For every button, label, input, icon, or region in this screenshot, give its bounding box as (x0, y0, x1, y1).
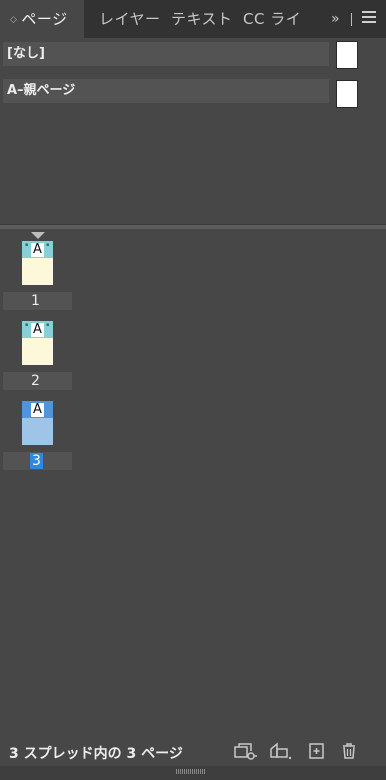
tab-cc-libraries[interactable]: CC ライ (243, 0, 316, 38)
tab-pages[interactable]: ◇ ページ (0, 0, 84, 38)
master-none-label: [なし] (7, 46, 45, 61)
mini-text: ▪ (25, 242, 29, 248)
master-letter-badge: A (31, 323, 44, 337)
create-new-page-options-icon[interactable] (268, 741, 294, 761)
spread-start-marker-icon (31, 232, 45, 239)
section-divider[interactable] (0, 224, 386, 229)
edit-page-size-icon[interactable] (233, 741, 259, 761)
master-letter-badge: A (31, 243, 44, 257)
master-row-a-parent[interactable]: A–親ページ (3, 79, 329, 103)
page-number-bar-1[interactable]: 1 (3, 292, 72, 310)
mini-text: ▪ (25, 322, 29, 328)
tab-text[interactable]: テキスト (171, 0, 233, 38)
mini-text: ▪ (46, 242, 50, 248)
page-count-status: 3 スプレッド内の 3 ページ (9, 746, 183, 762)
panel-menu-icon[interactable] (362, 11, 376, 27)
page-thumbnail-2[interactable]: ▪ ▪ A (22, 321, 53, 365)
tab-cc-libraries-label: CC ライ (243, 10, 302, 28)
delete-page-icon[interactable] (337, 741, 363, 761)
resize-grip-icon[interactable] (176, 769, 206, 774)
master-none-thumbnail[interactable] (336, 41, 358, 69)
tab-overflow-chevron-icon[interactable]: » (331, 0, 340, 38)
master-a-parent-thumbnail[interactable] (336, 80, 358, 108)
master-letter-badge: A (31, 403, 44, 417)
tab-text-label: テキスト (171, 10, 233, 28)
page-number-label: 2 (31, 373, 40, 389)
page-number-bar-3[interactable]: 3 (3, 452, 72, 470)
page-number-bar-2[interactable]: 2 (3, 372, 72, 390)
page-thumbnail-3[interactable]: A (22, 401, 53, 445)
master-a-parent-label: A–親ページ (7, 83, 76, 98)
drag-grip-icon[interactable]: ◇ (10, 15, 17, 25)
tab-pages-label: ページ (21, 10, 68, 28)
page-number-label: 3 (30, 453, 43, 469)
tab-layers-label: レイヤー (99, 10, 159, 28)
tab-layers[interactable]: レイヤー (99, 0, 159, 38)
new-page-icon[interactable] (305, 741, 331, 761)
master-row-none[interactable]: [なし] (3, 42, 329, 66)
page-number-label: 1 (31, 293, 40, 309)
panel-footer: 3 スプレッド内の 3 ページ (0, 738, 386, 768)
page-thumbnail-1[interactable]: ▪ ▪ A (22, 241, 53, 285)
panel-tab-bar: ◇ ページ レイヤー テキスト CC ライ » (0, 0, 386, 38)
tab-separator (351, 13, 352, 26)
mini-text: ▪ (46, 322, 50, 328)
